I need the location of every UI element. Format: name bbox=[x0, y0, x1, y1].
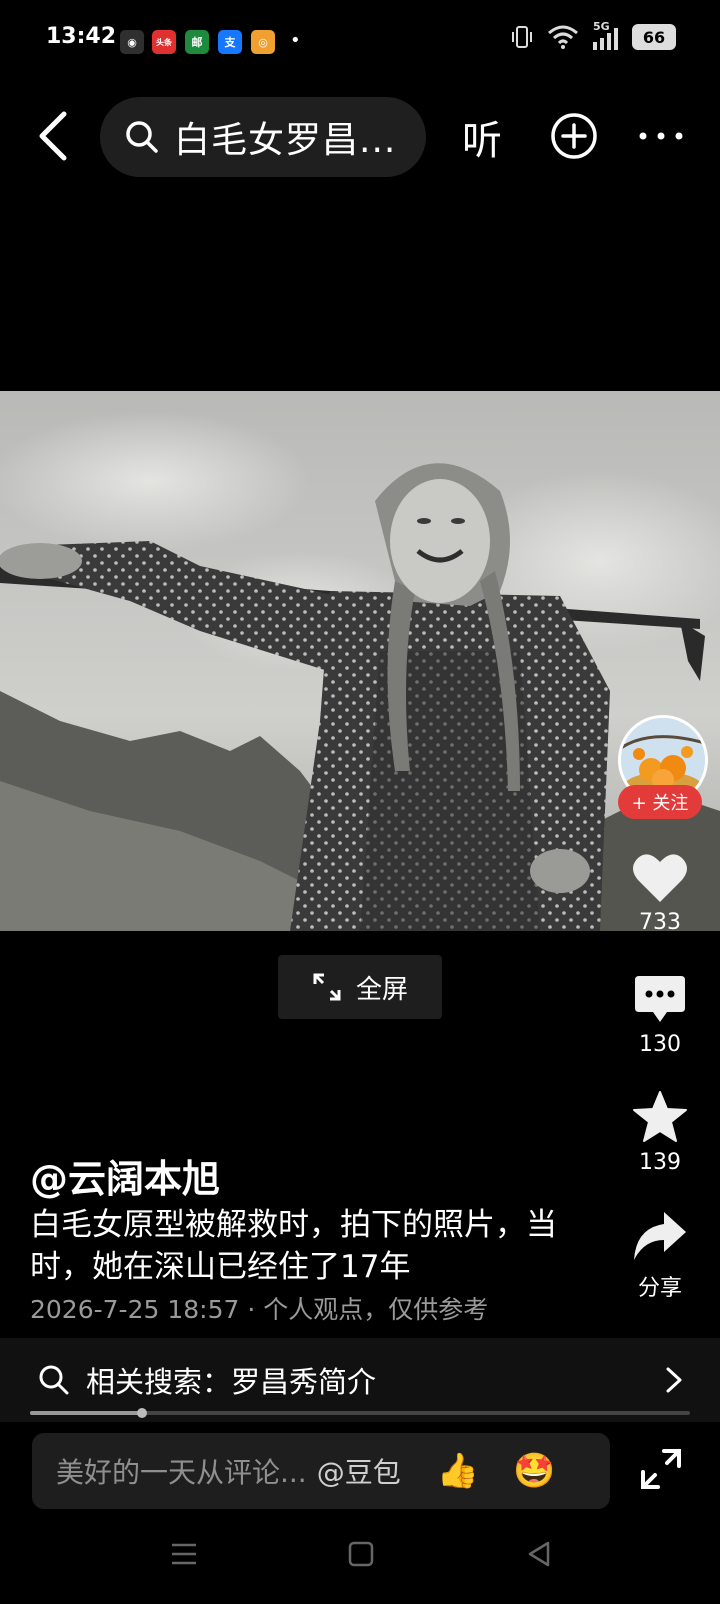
author-name[interactable]: @云阔本旭 bbox=[30, 1148, 220, 1203]
related-search-bar[interactable]: 相关搜索：罗昌秀简介 bbox=[0, 1338, 720, 1422]
fullscreen-button[interactable]: 全屏 bbox=[278, 955, 442, 1019]
comment-count: 130 bbox=[639, 1032, 681, 1057]
post-description: 白毛女原型被解救时，拍下的照片，当时，她在深山已经住了17年 bbox=[30, 1207, 557, 1285]
home-icon[interactable] bbox=[348, 1541, 374, 1567]
battery-indicator: 66 bbox=[632, 24, 676, 50]
thumbs-up-emoji-button[interactable]: 👍 bbox=[437, 1451, 479, 1491]
comment-placeholder: 美好的一天从评论... bbox=[56, 1456, 307, 1489]
doubao-mention[interactable]: @豆包 bbox=[317, 1451, 401, 1491]
heart-icon bbox=[633, 854, 687, 902]
search-query: 白毛女罗昌... bbox=[174, 120, 397, 161]
like-count: 733 bbox=[639, 910, 681, 935]
alipay-icon: 支 bbox=[218, 30, 242, 54]
gallery-icon: ◎ bbox=[251, 30, 275, 54]
expand-arrows-icon bbox=[313, 973, 341, 1001]
video-progress-fill bbox=[30, 1411, 142, 1415]
back-nav-icon[interactable] bbox=[526, 1540, 552, 1568]
wechat-icon: ◉ bbox=[120, 30, 144, 54]
search-icon bbox=[39, 1365, 69, 1395]
photo-image bbox=[0, 391, 720, 931]
star-icon bbox=[633, 1091, 687, 1142]
star-eyes-emoji-button[interactable]: 🤩 bbox=[513, 1451, 555, 1491]
search-icon bbox=[126, 121, 158, 153]
favorite-count: 139 bbox=[639, 1150, 681, 1175]
favorite-button[interactable]: 139 bbox=[620, 1090, 700, 1175]
post-icon: 邮 bbox=[185, 30, 209, 54]
wifi-icon bbox=[548, 25, 578, 49]
status-time: 13:42 bbox=[46, 24, 117, 49]
chevron-right-icon bbox=[666, 1367, 682, 1393]
status-indicators: 5G 66 bbox=[511, 20, 676, 50]
like-button[interactable]: 733 bbox=[620, 852, 700, 935]
video-frame[interactable] bbox=[0, 391, 720, 931]
post-meta: 2026-7-25 18:57 · 个人观点，仅供参考 bbox=[30, 1295, 489, 1324]
menu-icon[interactable] bbox=[170, 1542, 198, 1566]
status-dot: • bbox=[290, 30, 301, 51]
share-label: 分享 bbox=[637, 1276, 682, 1301]
expand-icon[interactable] bbox=[640, 1448, 682, 1490]
share-arrow-icon bbox=[634, 1212, 686, 1260]
comment-button[interactable]: 130 bbox=[620, 974, 700, 1057]
share-button[interactable]: 分享 bbox=[620, 1210, 700, 1302]
video-progress-handle[interactable] bbox=[137, 1408, 147, 1418]
add-icon[interactable] bbox=[550, 112, 598, 160]
back-icon[interactable] bbox=[30, 108, 80, 164]
search-bar[interactable]: 白毛女罗昌... bbox=[100, 97, 426, 177]
follow-button[interactable]: + 关注 bbox=[618, 785, 702, 819]
related-search-label: 相关搜索：罗昌秀简介 bbox=[86, 1365, 377, 1399]
more-icon[interactable] bbox=[638, 124, 684, 148]
comment-input[interactable]: 美好的一天从评论... @豆包 👍 🤩 bbox=[32, 1433, 610, 1509]
system-navigation-bar bbox=[0, 1520, 720, 1604]
signal-icon: 5G bbox=[593, 20, 618, 50]
comment-icon bbox=[635, 976, 685, 1022]
toutiao-icon: 头条 bbox=[152, 30, 176, 54]
vibrate-icon bbox=[512, 26, 532, 48]
fullscreen-label: 全屏 bbox=[355, 974, 408, 1005]
network-type: 5G bbox=[593, 20, 610, 33]
listen-button[interactable]: 听 bbox=[462, 108, 502, 166]
